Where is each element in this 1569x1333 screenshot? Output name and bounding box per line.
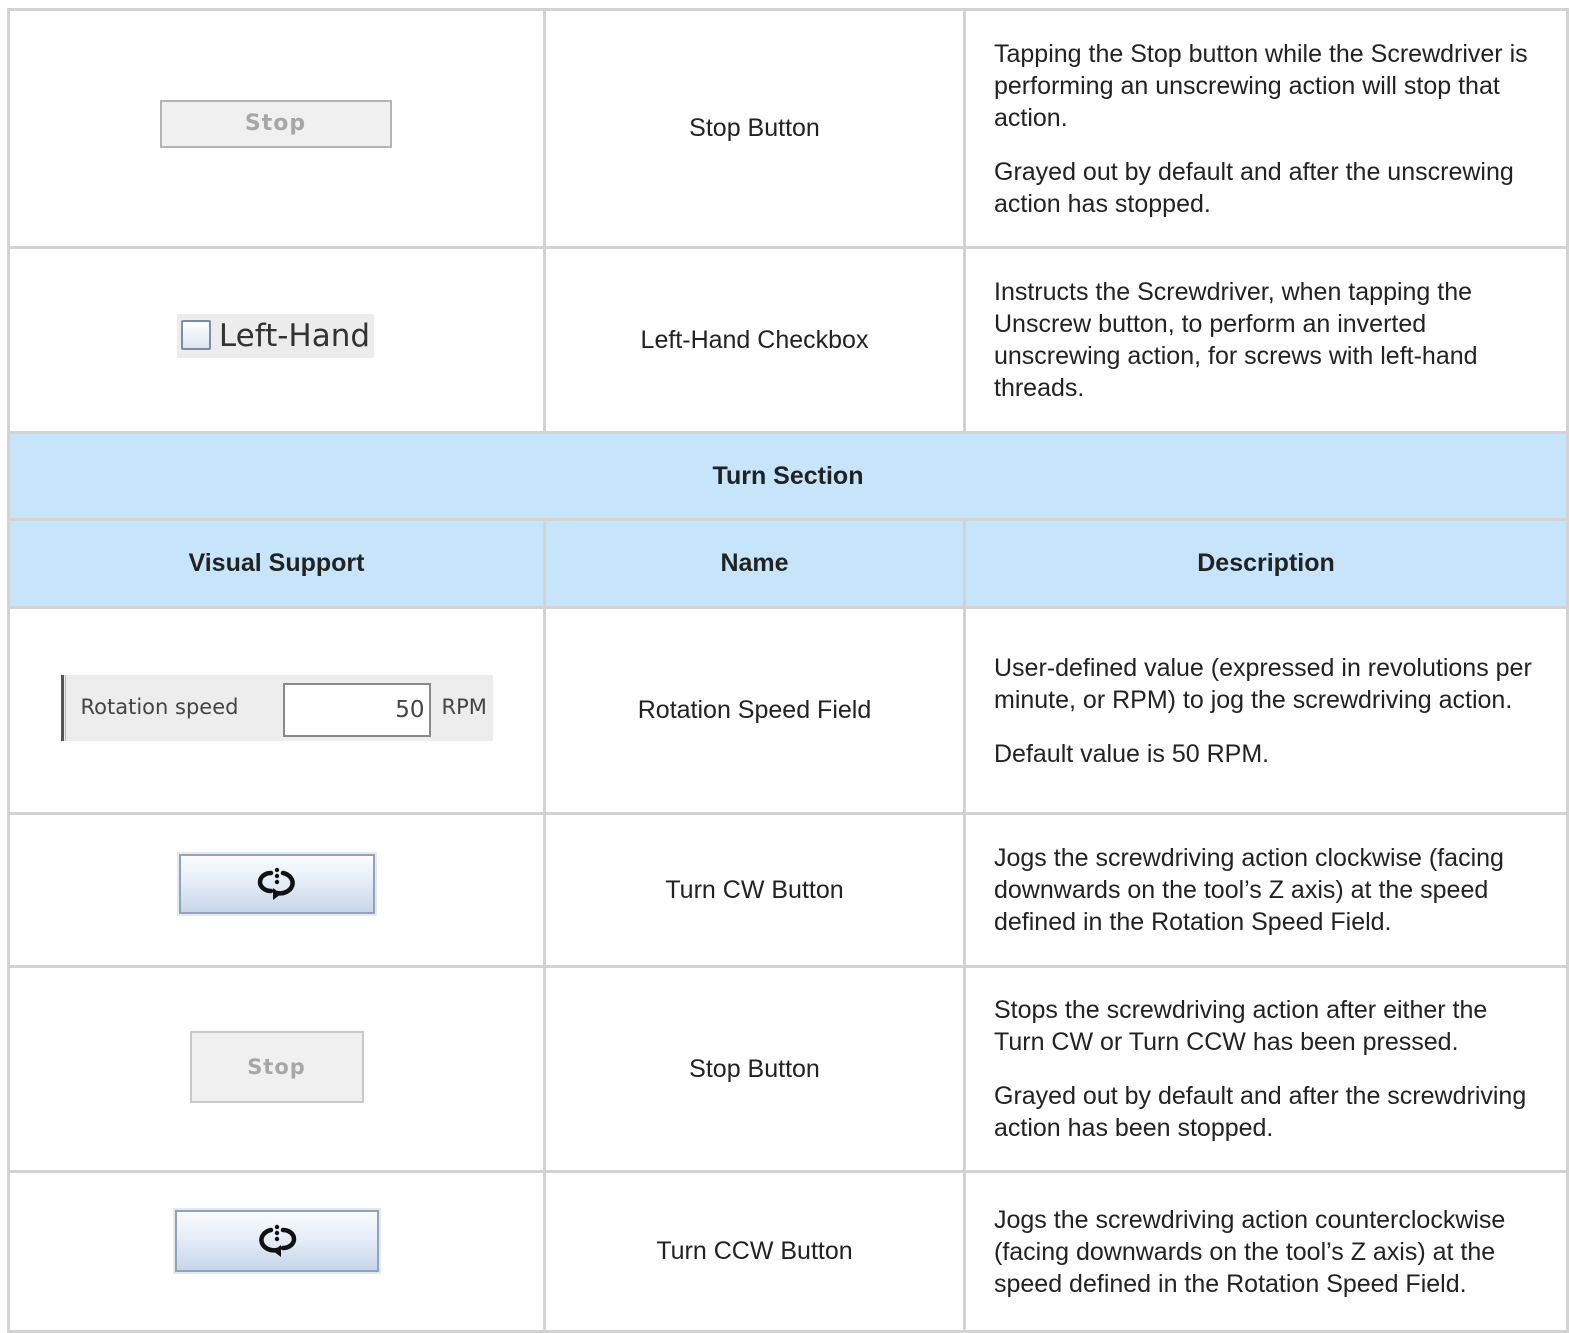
visual-cell: Left-Hand: [7, 246, 546, 434]
description-text: Stops the screwdriving action after eith…: [994, 996, 1488, 1056]
name-cell: Stop Button: [543, 8, 966, 249]
left-hand-checkbox[interactable]: Left-Hand: [176, 314, 375, 358]
rotation-speed-input[interactable]: 50: [282, 683, 431, 737]
rotate-ccw-icon: [258, 1224, 296, 1257]
column-header-row: Visual Support Name Description: [7, 518, 1569, 609]
table-row: Turn CW Button Jogs the screwdriving act…: [7, 812, 1569, 968]
section-title: Turn Section: [7, 431, 1569, 521]
visual-cell: Stop: [7, 965, 546, 1173]
visual-cell: Stop: [7, 8, 546, 249]
description-cell: Jogs the screwdriving action countercloc…: [963, 1170, 1569, 1333]
rotation-speed-label: Rotation speed: [80, 695, 239, 719]
name-cell: Stop Button: [543, 965, 966, 1173]
description-text: Jogs the screwdriving action clockwise (…: [994, 844, 1504, 936]
name-cell: Turn CW Button: [543, 812, 966, 968]
checkbox-label: Left-Hand: [218, 318, 371, 354]
description-cell: Instructs the Screwdriver, when tapping …: [963, 246, 1569, 434]
description-text: Grayed out by default and after the unsc…: [994, 157, 1514, 218]
table-row: Left-Hand Left-Hand Checkbox Instructs t…: [7, 246, 1569, 434]
turn-cw-button[interactable]: [178, 853, 375, 914]
description-text: User-defined value (expressed in revolut…: [994, 653, 1532, 714]
visual-cell: [7, 1170, 546, 1333]
section-header-row: Turn Section: [7, 431, 1569, 521]
rotation-speed-widget: Rotation speed 50 RPM: [60, 675, 493, 741]
name-cell: Turn CCW Button: [543, 1170, 966, 1333]
documentation-table: Stop Stop Button Tapping the Stop button…: [7, 8, 1569, 1333]
table-row: Rotation speed 50 RPM Rotation Speed Fie…: [7, 606, 1569, 815]
divider: [64, 675, 66, 741]
visual-cell: Rotation speed 50 RPM: [7, 606, 546, 815]
rotate-cw-icon: [257, 867, 295, 900]
stop-button[interactable]: Stop: [189, 1031, 364, 1103]
description-text: Jogs the screwdriving action countercloc…: [994, 1205, 1506, 1298]
column-header-name: Name: [543, 518, 966, 609]
visual-cell: [7, 812, 546, 968]
column-header-description: Description: [963, 518, 1569, 609]
description-text: Tapping the Stop button while the Screwd…: [994, 39, 1528, 132]
turn-ccw-button[interactable]: [174, 1210, 379, 1272]
rpm-unit-label: RPM: [441, 695, 487, 719]
name-cell: Left-Hand Checkbox: [543, 246, 966, 434]
description-text: Grayed out by default and after the scre…: [994, 1082, 1527, 1142]
checkbox-box[interactable]: [180, 320, 211, 350]
name-cell: Rotation Speed Field: [543, 606, 966, 815]
stop-button[interactable]: Stop: [159, 99, 392, 148]
description-text: Default value is 50 RPM.: [994, 739, 1270, 768]
table-row: Stop Stop Button Stops the screwdriving …: [7, 965, 1569, 1173]
description-cell: Jogs the screwdriving action clockwise (…: [963, 812, 1569, 968]
table-row: Turn CCW Button Jogs the screwdriving ac…: [7, 1170, 1569, 1333]
description-cell: Stops the screwdriving action after eith…: [963, 965, 1569, 1173]
divider: [60, 675, 64, 741]
description-text: Instructs the Screwdriver, when tapping …: [994, 278, 1478, 402]
column-header-visual: Visual Support: [7, 518, 546, 609]
table-row: Stop Stop Button Tapping the Stop button…: [7, 8, 1569, 249]
description-cell: Tapping the Stop button while the Screwd…: [963, 8, 1569, 249]
description-cell: User-defined value (expressed in revolut…: [963, 606, 1569, 815]
